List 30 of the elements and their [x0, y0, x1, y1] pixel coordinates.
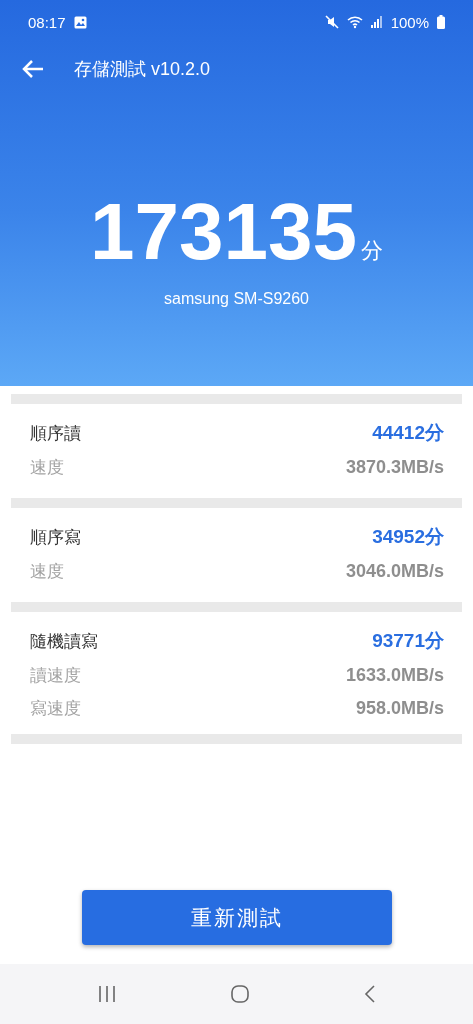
battery-icon [437, 15, 445, 29]
section-score: 93771分 [372, 629, 444, 653]
battery-percent: 100% [390, 13, 429, 31]
back-nav-icon[interactable] [362, 984, 377, 1004]
metric-value: 3870.3MB/s [345, 457, 444, 478]
recent-apps-icon[interactable] [96, 985, 117, 1003]
total-score: 173135 [90, 192, 357, 272]
image-icon [73, 15, 87, 29]
section-title: 順序讀 [30, 422, 81, 445]
metric-label: 速度 [30, 457, 64, 479]
screen-title: 存儲測試 v10.2.0 [74, 58, 211, 81]
metric-label: 速度 [30, 561, 64, 583]
metric-value: 958.0MB/s [355, 698, 444, 719]
section-score: 44412分 [372, 421, 444, 445]
back-button[interactable] [22, 59, 44, 79]
status-time: 08:17 [28, 13, 66, 31]
section-title: 順序寫 [30, 526, 81, 549]
section-score: 34952分 [372, 525, 444, 549]
mute-icon [324, 15, 339, 29]
score-unit: 分 [360, 237, 383, 265]
device-name: samsung SM-S9260 [163, 290, 310, 308]
signal-icon [370, 16, 383, 28]
wifi-icon [346, 15, 363, 29]
metric-value: 3046.0MB/s [345, 561, 444, 582]
home-icon[interactable] [229, 984, 250, 1004]
section-title: 隨機讀寫 [30, 630, 98, 653]
retest-button[interactable]: 重新測試 [81, 890, 392, 945]
metric-label: 寫速度 [30, 698, 81, 720]
metric-value: 1633.0MB/s [345, 665, 444, 686]
metric-label: 讀速度 [30, 665, 81, 687]
